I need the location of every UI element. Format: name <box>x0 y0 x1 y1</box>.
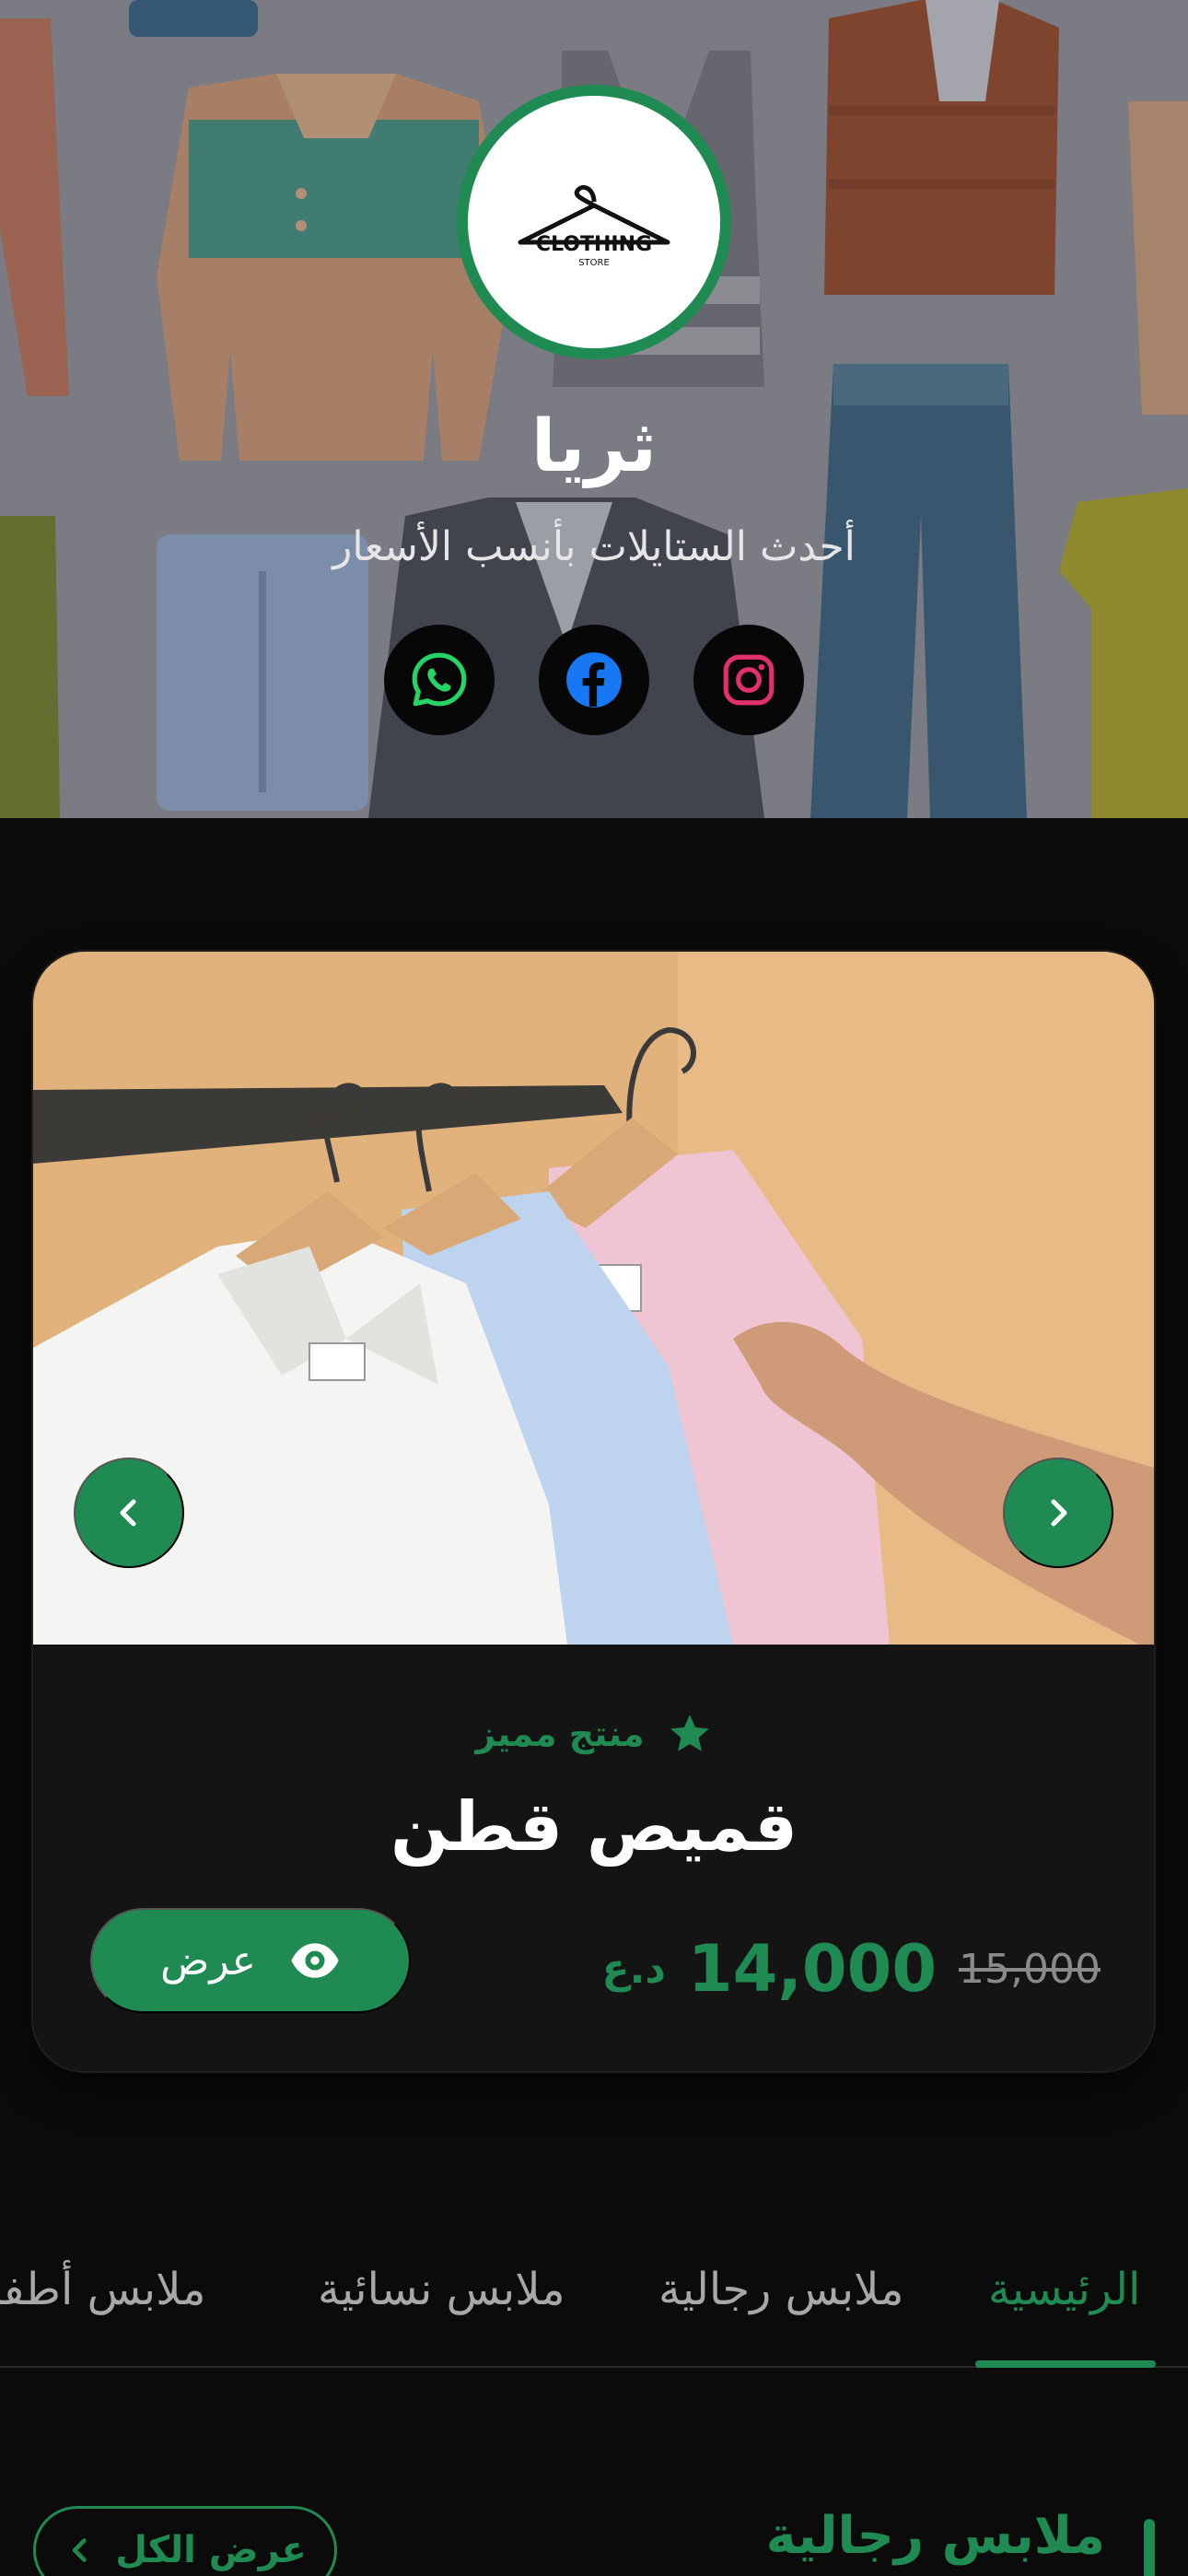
view-button-label: عرض <box>160 1938 256 1984</box>
price-old: 15,000 <box>959 1945 1101 1993</box>
store-logo: CLOTHING STORE <box>457 85 731 359</box>
tab-home[interactable]: الرئيسية <box>988 2211 1140 2366</box>
featured-badge-label: منتج مميز <box>475 1714 645 1754</box>
whatsapp-icon <box>412 652 467 707</box>
section-accent-bar <box>1144 2519 1155 2576</box>
logo-badge: CLOTHING STORE <box>468 96 720 348</box>
currency-label: د.ع <box>601 1945 666 1993</box>
carousel-next-button[interactable] <box>1003 1458 1113 1568</box>
logo-subtext: STORE <box>578 258 610 268</box>
product-title: قميص قطن <box>390 1787 798 1867</box>
shirts-on-rack-photo <box>33 952 1154 1645</box>
social-links <box>0 625 1188 737</box>
logo-text: CLOTHING <box>535 233 653 256</box>
star-icon <box>670 1715 709 1751</box>
featured-badge: منتج مميز <box>0 1706 1188 1762</box>
facebook-icon <box>566 652 622 708</box>
see-all-button[interactable]: عرض الكل <box>33 2506 337 2576</box>
view-product-button[interactable]: عرض <box>90 1908 411 2013</box>
carousel-prev-button[interactable] <box>74 1458 184 1568</box>
price-row: 15,000 14,000 د.ع <box>602 1927 1101 2010</box>
featured-product-card[interactable] <box>33 952 1154 2071</box>
chevron-left-icon <box>120 1499 136 1527</box>
see-all-label: عرض الكل <box>115 2529 307 2571</box>
chevron-right-icon <box>1051 1499 1067 1527</box>
store-header: CLOTHING STORE ثريا أحدث الستايلات بأنسب… <box>0 0 1188 818</box>
product-image <box>33 952 1154 1645</box>
whatsapp-button[interactable] <box>384 625 495 735</box>
instagram-button[interactable] <box>693 625 804 735</box>
store-name: ثريا <box>530 405 658 488</box>
store-tagline: أحدث الستايلات بأنسب الأسعار <box>332 523 856 570</box>
eye-icon <box>291 1943 339 1978</box>
section-title: ملابس رجالية <box>765 2506 1105 2566</box>
tab-women-clothing[interactable]: ملابس نسائية <box>318 2211 565 2366</box>
instagram-icon <box>723 654 775 706</box>
category-tabs: الرئيسية ملابس رجالية ملابس نسائية ملابس… <box>0 2211 1188 2368</box>
tab-men-clothing[interactable]: ملابس رجالية <box>658 2211 903 2366</box>
price-new: 14,000 <box>687 1931 938 2007</box>
tab-kids-clothing[interactable]: ملابس أطفال <box>0 2211 205 2366</box>
chevron-left-icon <box>72 2538 87 2562</box>
facebook-button[interactable] <box>539 625 649 735</box>
page: CLOTHING STORE ثريا أحدث الستايلات بأنسب… <box>0 0 1188 2576</box>
active-tab-indicator <box>975 2360 1156 2368</box>
